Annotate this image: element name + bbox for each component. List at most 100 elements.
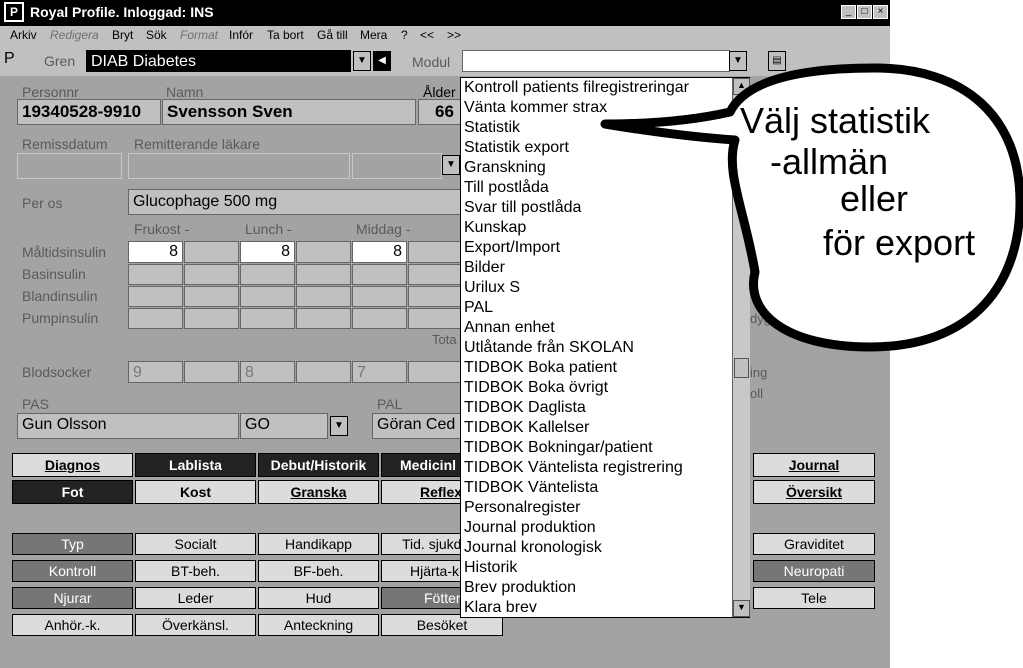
modul-option[interactable]: Brev produktion — [464, 578, 576, 598]
tid-sjukd-button[interactable]: Tid. sjukd — [381, 533, 461, 555]
fot-button[interactable]: Fot — [12, 480, 133, 504]
granska-button[interactable]: Granska — [258, 480, 379, 504]
remissdatum-field[interactable] — [17, 153, 122, 179]
blodsocker-field-2[interactable] — [184, 361, 239, 383]
menu-help[interactable]: ? — [401, 28, 408, 42]
personnr-field[interactable]: 19340528-9910 — [17, 99, 161, 125]
blodsocker-field-5[interactable]: 7 — [352, 361, 407, 383]
alder-field[interactable]: 66 — [418, 99, 462, 125]
pump-field-3[interactable] — [240, 308, 295, 329]
leder-button[interactable]: Leder — [135, 587, 256, 609]
menu-sok[interactable]: Sök — [146, 28, 167, 42]
modul-option[interactable]: TIDBOK Boka patient — [464, 358, 617, 378]
bland-field-3[interactable] — [240, 286, 295, 307]
neuropati-button[interactable]: Neuropati — [753, 560, 875, 582]
oversikt-button[interactable]: Översikt — [753, 480, 875, 504]
modul-option[interactable]: Klara brev — [464, 598, 537, 617]
pal-name-field[interactable]: Göran Ced — [372, 413, 462, 439]
menu-format[interactable]: Format — [180, 28, 218, 42]
lablista-button[interactable]: Lablista — [135, 453, 256, 477]
menu-mera[interactable]: Mera — [360, 28, 387, 42]
bland-field-2[interactable] — [184, 286, 239, 307]
maltid-middag-field[interactable]: 8 — [352, 241, 407, 263]
blodsocker-field-3[interactable]: 8 — [240, 361, 295, 383]
medicinlista-button[interactable]: Medicinl — [381, 453, 461, 477]
debut-historik-button[interactable]: Debut/Historik — [258, 453, 379, 477]
maximize-icon[interactable]: □ — [857, 5, 872, 19]
menu-infor[interactable]: Infór — [229, 28, 253, 42]
blodsocker-field-1[interactable]: 9 — [128, 361, 183, 383]
maltid-middag2-field[interactable] — [408, 241, 462, 263]
menu-ga-till[interactable]: Gå till — [317, 28, 348, 42]
gren-back-icon[interactable]: ◀ — [373, 51, 391, 71]
bas-field-1[interactable] — [128, 264, 183, 285]
reflex-button[interactable]: Reflex — [381, 480, 461, 504]
bland-field-1[interactable] — [128, 286, 183, 307]
maltid-lunch2-field[interactable] — [296, 241, 351, 263]
hjarta-karl-button[interactable]: Hjärta-k — [381, 560, 461, 582]
menu-ta-bort[interactable]: Ta bort — [267, 28, 304, 42]
graviditet-button[interactable]: Graviditet — [753, 533, 875, 555]
kost-button[interactable]: Kost — [135, 480, 256, 504]
handikapp-button[interactable]: Handikapp — [258, 533, 379, 555]
modul-option[interactable]: TIDBOK Daglista — [464, 398, 586, 418]
bland-field-5[interactable] — [352, 286, 407, 307]
remiss-dropdown-icon[interactable]: ▼ — [442, 155, 460, 175]
menu-redigera[interactable]: Redigera — [50, 28, 99, 42]
remitterande-field[interactable] — [128, 153, 350, 179]
maltid-frukost-field[interactable]: 8 — [128, 241, 183, 263]
bas-field-5[interactable] — [352, 264, 407, 285]
namn-field[interactable]: Svensson Sven — [162, 99, 416, 125]
maltid-frukost2-field[interactable] — [184, 241, 239, 263]
pas-dropdown-icon[interactable]: ▼ — [330, 416, 348, 436]
scroll-thumb[interactable] — [734, 358, 749, 378]
journal-button[interactable]: Journal — [753, 453, 875, 477]
typ-button[interactable]: Typ — [12, 533, 133, 555]
modul-option[interactable]: Journal produktion — [464, 518, 596, 538]
bas-field-3[interactable] — [240, 264, 295, 285]
pas-name-field[interactable]: Gun Olsson — [17, 413, 239, 439]
modul-option[interactable]: Personalregister — [464, 498, 581, 518]
gren-select[interactable]: DIAB Diabetes — [86, 50, 351, 72]
modul-option[interactable]: Journal kronologisk — [464, 538, 602, 558]
menu-next[interactable]: >> — [447, 28, 461, 42]
bland-field-4[interactable] — [296, 286, 351, 307]
modul-option[interactable]: Granskning — [464, 158, 546, 178]
modul-option[interactable]: TIDBOK Boka övrigt — [464, 378, 608, 398]
menu-prev[interactable]: << — [420, 28, 434, 42]
pump-field-5[interactable] — [352, 308, 407, 329]
modul-option[interactable]: Kunskap — [464, 218, 526, 238]
minimize-icon[interactable]: _ — [841, 5, 856, 19]
overkansl-button[interactable]: Överkänsl. — [135, 614, 256, 636]
per-os-field[interactable]: Glucophage 500 mg — [128, 189, 462, 215]
anteckning-button[interactable]: Anteckning — [258, 614, 379, 636]
modul-option[interactable]: Bilder — [464, 258, 505, 278]
njurar-button[interactable]: Njurar — [12, 587, 133, 609]
bland-field-6[interactable] — [408, 286, 462, 307]
scroll-down-icon[interactable]: ▼ — [733, 600, 750, 617]
menu-arkiv[interactable]: Arkiv — [10, 28, 37, 42]
close-icon[interactable]: × — [873, 5, 888, 19]
diagnos-button[interactable]: Diagnos — [12, 453, 133, 477]
bas-field-4[interactable] — [296, 264, 351, 285]
blodsocker-field-6[interactable] — [408, 361, 462, 383]
modul-option[interactable]: Svar till postlåda — [464, 198, 581, 218]
modul-option[interactable]: TIDBOK Kallelser — [464, 418, 589, 438]
socialt-button[interactable]: Socialt — [135, 533, 256, 555]
modul-option[interactable]: Till postlåda — [464, 178, 549, 198]
modul-option[interactable]: PAL — [464, 298, 493, 318]
pump-field-4[interactable] — [296, 308, 351, 329]
pump-field-2[interactable] — [184, 308, 239, 329]
modul-option[interactable]: Export/Import — [464, 238, 560, 258]
modul-option[interactable]: Annan enhet — [464, 318, 555, 338]
modul-option[interactable]: Vänta kommer strax — [464, 98, 607, 118]
kontroll-button[interactable]: Kontroll — [12, 560, 133, 582]
modul-option-statistik-export[interactable]: Statistik export — [464, 138, 569, 158]
pump-field-6[interactable] — [408, 308, 462, 329]
blodsocker-field-4[interactable] — [296, 361, 351, 383]
bas-field-6[interactable] — [408, 264, 462, 285]
pump-field-1[interactable] — [128, 308, 183, 329]
gren-dropdown-icon[interactable]: ▼ — [353, 51, 371, 71]
anhor-k-button[interactable]: Anhör.-k. — [12, 614, 133, 636]
maltid-lunch-field[interactable]: 8 — [240, 241, 295, 263]
